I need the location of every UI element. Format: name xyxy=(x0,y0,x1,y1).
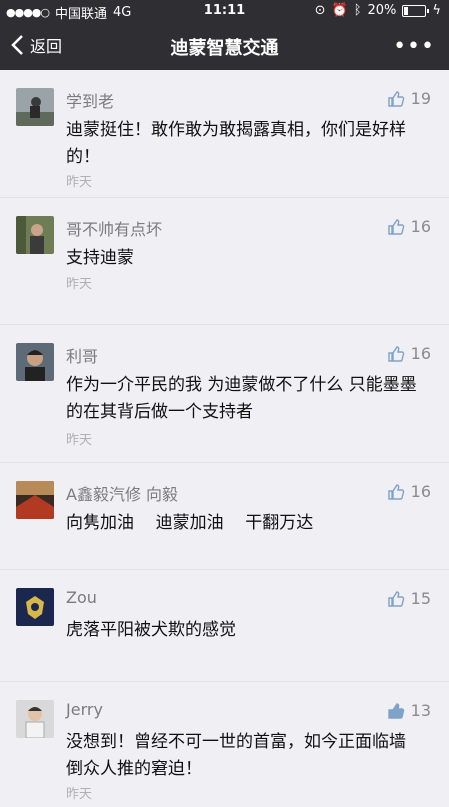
battery-icon xyxy=(402,4,430,17)
comment-item: A鑫毅汽修 向毅 16 向隽加油 迪蒙加油 干翻万达 xyxy=(0,463,449,570)
like-count: 16 xyxy=(410,217,431,236)
charging-icon: ϟ xyxy=(432,3,441,18)
like-count: 13 xyxy=(410,701,431,720)
comment-time: 昨天 xyxy=(66,433,93,448)
avatar[interactable] xyxy=(16,88,54,126)
thumbs-up-icon xyxy=(387,702,404,719)
avatar[interactable] xyxy=(16,700,54,738)
comment-text: 作为一介平民的我 为迪蒙做不了什么 只能墨墨的在其背后做一个支持者 xyxy=(66,375,417,422)
like-button[interactable]: 15 xyxy=(387,589,431,608)
bluetooth-icon: ᛒ xyxy=(353,3,362,18)
thumbs-up-icon xyxy=(387,590,404,607)
comment-item: 利哥 16 作为一介平民的我 为迪蒙做不了什么 只能墨墨的在其背后做一个支持者 … xyxy=(0,325,449,463)
comment-text: 没想到！曾经不可一世的首富，如今正面临墙倒众人推的窘迫！ xyxy=(66,732,406,779)
like-button[interactable]: 16 xyxy=(387,217,431,236)
nav-bar: 返回 迪蒙智慧交通 ••• xyxy=(0,22,449,70)
comment-time: 昨天 xyxy=(66,277,93,292)
thumbs-up-icon xyxy=(387,90,404,107)
commenter-name[interactable]: Jerry xyxy=(66,700,103,719)
comment-time: 昨天 xyxy=(66,787,93,802)
comment-text: 虎落平阳被犬欺的感觉 xyxy=(66,620,236,640)
commenter-name[interactable]: Zou xyxy=(66,588,97,607)
commenter-name[interactable]: 哥不帅有点坏 xyxy=(66,216,162,240)
commenter-name[interactable]: A鑫毅汽修 向毅 xyxy=(66,481,178,505)
rotation-lock-icon: ⊙ xyxy=(314,3,326,18)
more-menu-button[interactable]: ••• xyxy=(393,34,435,59)
like-button[interactable]: 13 xyxy=(387,701,431,720)
comment-text: 向隽加油 迪蒙加油 干翻万达 xyxy=(66,513,314,533)
commenter-name[interactable]: 利哥 xyxy=(66,343,98,367)
comment-item: 学到老 19 迪蒙挺住！敢作敢为敢揭露真相，你们是好样的！ 昨天 xyxy=(0,70,449,198)
like-count: 16 xyxy=(410,482,431,501)
page-title: 迪蒙智慧交通 xyxy=(170,38,279,59)
like-count: 16 xyxy=(410,344,431,363)
comment-item: Jerry 13 没想到！曾经不可一世的首富，如今正面临墙倒众人推的窘迫！ 昨天 xyxy=(0,682,449,807)
thumbs-up-icon xyxy=(387,218,404,235)
avatar[interactable] xyxy=(16,588,54,626)
comment-item: Zou 15 虎落平阳被犬欺的感觉 xyxy=(0,570,449,682)
like-button[interactable]: 16 xyxy=(387,344,431,363)
commenter-name[interactable]: 学到老 xyxy=(66,88,114,112)
avatar[interactable] xyxy=(16,216,54,254)
like-count: 15 xyxy=(410,589,431,608)
comment-time: 昨天 xyxy=(66,175,93,190)
avatar[interactable] xyxy=(16,343,54,381)
like-button[interactable]: 16 xyxy=(387,482,431,501)
thumbs-up-icon xyxy=(387,483,404,500)
avatar[interactable] xyxy=(16,481,54,519)
alarm-icon: ⏰ xyxy=(331,3,348,18)
like-count: 19 xyxy=(410,89,431,108)
comment-text: 迪蒙挺住！敢作敢为敢揭露真相，你们是好样的！ xyxy=(66,120,406,167)
comment-item: 哥不帅有点坏 16 支持迪蒙 昨天 xyxy=(0,198,449,325)
status-bar: ●●●●○ 中国联通 4G 11:11 ⊙ ⏰ ᛒ 20% ϟ xyxy=(0,0,449,22)
like-button[interactable]: 19 xyxy=(387,89,431,108)
comment-text: 支持迪蒙 xyxy=(66,248,134,268)
thumbs-up-icon xyxy=(387,345,404,362)
battery-percent: 20% xyxy=(367,3,397,18)
comment-list: 学到老 19 迪蒙挺住！敢作敢为敢揭露真相，你们是好样的！ 昨天 哥不帅有点坏 … xyxy=(0,70,449,807)
status-right: ⊙ ⏰ ᛒ 20% ϟ xyxy=(315,3,441,18)
